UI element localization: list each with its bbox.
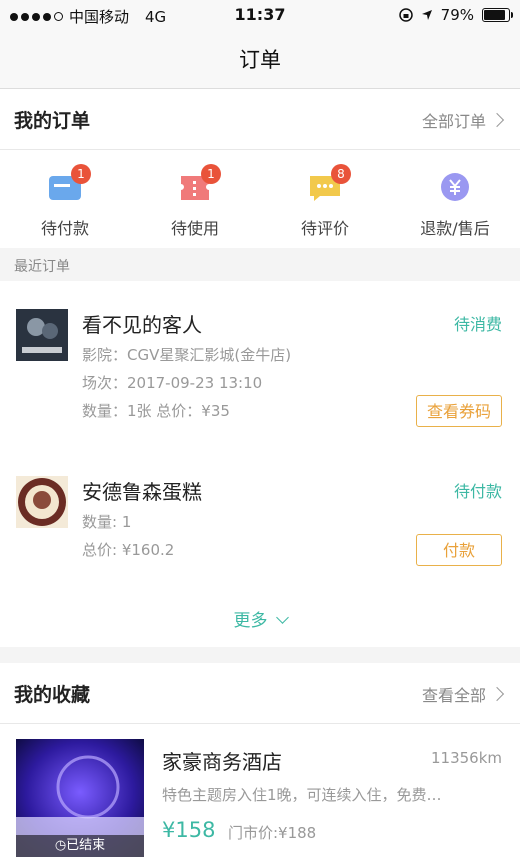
shortcut-pending-payment[interactable]: 1 待付款 xyxy=(0,150,130,248)
shortcut-label: 待评价 xyxy=(300,219,349,238)
ticket-icon: 1 xyxy=(178,164,221,202)
badge-count: 1 xyxy=(71,164,91,184)
bakery-logo-image xyxy=(16,476,68,528)
my-orders-header: 我的订单 全部订单 xyxy=(0,89,520,150)
shortcut-label: 退款/售后 xyxy=(420,219,490,238)
comment-icon: 8 xyxy=(308,164,351,202)
all-orders-link[interactable]: 全部订单 xyxy=(421,108,505,132)
session-info: 场次：2017-09-23 13:10 xyxy=(82,374,263,392)
shortcut-refund[interactable]: 退款/售后 xyxy=(390,150,520,248)
order-item-name: 安德鲁森蛋糕 xyxy=(82,480,202,504)
battery-percent: 79% xyxy=(440,6,474,24)
all-orders-label: 全部订单 xyxy=(421,112,486,131)
total-price-info: 总价: ¥160.2 xyxy=(82,541,175,559)
hotel-distance: 11356km xyxy=(430,749,502,767)
hotel-original-price: 门市价:¥188 xyxy=(228,824,317,842)
more-orders-button[interactable]: 更多 xyxy=(0,587,520,647)
view-all-favorites-link[interactable]: 查看全部 xyxy=(421,682,505,706)
recent-orders-label: 最近订单 xyxy=(0,248,520,281)
view-coupon-button[interactable]: 查看券码 xyxy=(416,395,502,427)
hotel-price: ¥158 xyxy=(162,818,216,842)
cinema-info: 影院：CGV星聚汇影城(金牛店) xyxy=(82,346,292,364)
shortcut-label: 待付款 xyxy=(40,219,89,238)
badge-count: 8 xyxy=(331,164,351,184)
badge-count: 1 xyxy=(201,164,221,184)
battery-icon xyxy=(482,8,513,22)
chevron-down-icon xyxy=(275,611,289,624)
status-bar: 中国移动 4G 11:37 79% xyxy=(0,0,520,30)
order-card[interactable]: 看不见的客人 待消费 影院：CGV星聚汇影城(金牛店) 场次：2017-09-2… xyxy=(0,281,520,449)
hotel-image: ◷已结束 xyxy=(16,739,144,857)
my-favorites-header: 我的收藏 查看全部 xyxy=(0,663,520,724)
shortcut-to-use[interactable]: 1 待使用 xyxy=(130,150,260,248)
lock-rotation-icon xyxy=(398,8,413,22)
chevron-right-icon xyxy=(489,112,505,128)
view-all-label: 查看全部 xyxy=(421,686,486,705)
order-status-shortcuts: 1 待付款 1 待使用 8 待评价 退款/售后 xyxy=(0,150,520,248)
hotel-description: 特色主题房入住1晚，可连续入住，免费… xyxy=(162,786,442,804)
quantity-price-info: 数量：1张 总价：¥35 xyxy=(82,402,230,420)
quantity-info: 数量: 1 xyxy=(82,513,132,531)
movie-poster-image xyxy=(16,309,68,361)
order-card[interactable]: 安德鲁森蛋糕 待付款 数量: 1 总价: ¥160.2 付款 xyxy=(0,448,520,588)
location-arrow-icon xyxy=(421,10,432,20)
yen-icon xyxy=(438,172,472,202)
recent-orders-title: 最近订单 xyxy=(14,259,70,275)
pay-button[interactable]: 付款 xyxy=(416,534,502,566)
chevron-right-icon xyxy=(489,686,505,702)
page-title: 订单 xyxy=(239,48,281,72)
my-orders-title: 我的订单 xyxy=(14,110,91,132)
order-status: 待付款 xyxy=(453,482,502,501)
shortcut-to-review[interactable]: 8 待评价 xyxy=(260,150,390,248)
favorite-item[interactable]: ◷已结束 家豪商务酒店 11356km 特色主题房入住1晚，可连续入住，免费… … xyxy=(0,724,520,857)
my-favorites-title: 我的收藏 xyxy=(14,684,91,706)
shortcut-label: 待使用 xyxy=(170,219,219,238)
card-icon: 1 xyxy=(48,164,91,202)
clock-icon: ◷ xyxy=(54,838,67,853)
ended-overlay: ◷已结束 xyxy=(16,835,144,857)
more-label: 更多 xyxy=(233,611,268,631)
ended-label: 已结束 xyxy=(66,838,106,853)
hotel-name: 家豪商务酒店 xyxy=(162,750,282,774)
nav-bar: 订单 xyxy=(0,30,520,89)
order-item-name: 看不见的客人 xyxy=(82,313,202,337)
order-status: 待消费 xyxy=(453,315,502,334)
